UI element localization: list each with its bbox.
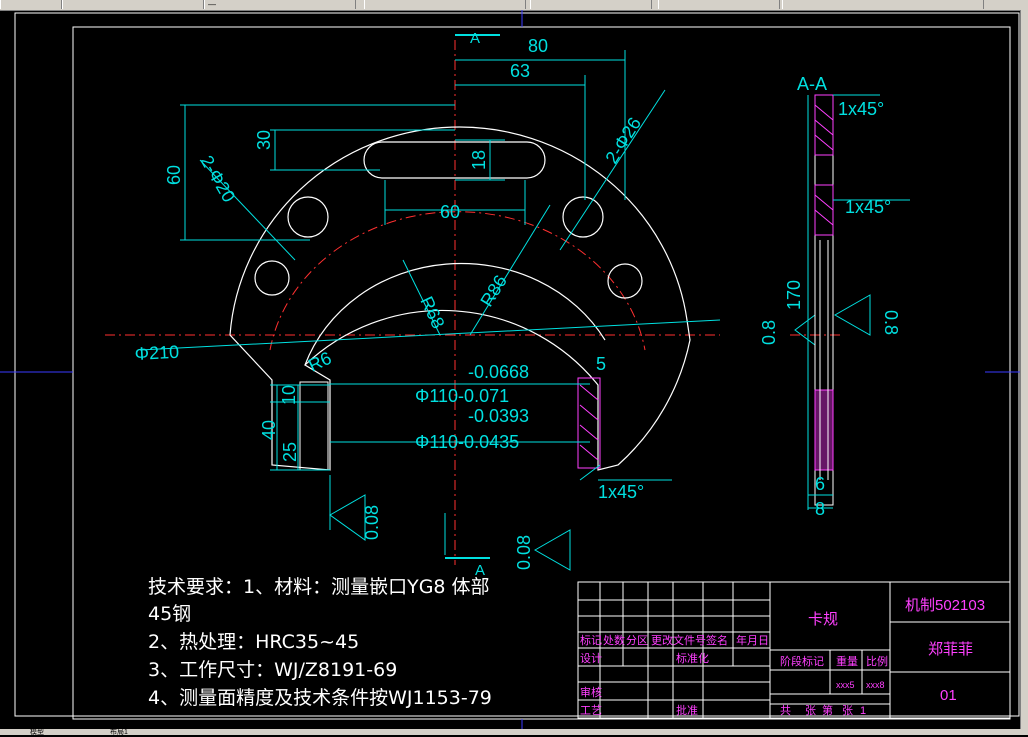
tb-scale-value: xxx8 bbox=[866, 680, 885, 690]
dim-63: 63 bbox=[510, 61, 530, 81]
inner-frame bbox=[72, 26, 1011, 720]
dim-r6: R6 bbox=[305, 348, 334, 376]
title-block-labels: 标记 处数 分区 更改文件号 签名 年月日 设计 标准化 审核 工艺 批准 阶段… bbox=[580, 597, 985, 717]
roughness-0-08-left: 0.08 bbox=[362, 505, 382, 540]
vertical-scrollbar[interactable] bbox=[1020, 10, 1028, 729]
dim-tol1-base: Φ110-0.071 bbox=[415, 386, 509, 406]
tb-label: 共 bbox=[780, 704, 791, 717]
dim-5: 5 bbox=[596, 354, 606, 374]
dim-60-vertical: 60 bbox=[164, 165, 184, 185]
dim-2-phi20: 2-Φ20 bbox=[197, 152, 240, 206]
dim-80: 80 bbox=[528, 36, 548, 56]
dimension-texts: 80 63 30 60 18 60 2-Φ20 2-Φ26 R86 R68 R6… bbox=[134, 30, 901, 579]
lineweight-dropdown[interactable] bbox=[658, 0, 780, 9]
dim-chamfer-sec-mid: 1x45° bbox=[845, 197, 891, 217]
tb-label: 重量 bbox=[836, 654, 858, 668]
dim-25: 25 bbox=[280, 442, 300, 462]
dim-tol2: -0.0393 bbox=[468, 406, 529, 426]
dim-40: 40 bbox=[259, 420, 279, 440]
layout-tabs: 模型 布局1 bbox=[0, 727, 1028, 737]
layer-dropdown[interactable]: — bbox=[204, 0, 356, 9]
dim-170: 170 bbox=[784, 280, 804, 310]
dim-6: 6 bbox=[815, 474, 825, 494]
section-mark-top: A bbox=[470, 30, 480, 47]
tb-label: 张 bbox=[805, 704, 816, 717]
tb-label: 分区 bbox=[626, 634, 648, 647]
tb-label: 更改文件号 bbox=[651, 633, 706, 647]
tech-requirements-line1b: 45钢 bbox=[148, 603, 192, 625]
dim-tol1: -0.0668 bbox=[468, 362, 529, 382]
dim-chamfer-main: 1x45° bbox=[598, 482, 644, 502]
color-dropdown[interactable] bbox=[364, 0, 526, 9]
tb-label: 标准化 bbox=[676, 651, 709, 665]
plotstyle-dropdown[interactable] bbox=[782, 0, 984, 9]
roughness-0-08-bottom: 0.08 bbox=[514, 535, 534, 570]
tb-drawing-code: 机制502103 bbox=[905, 597, 985, 614]
tb-label: 签名 bbox=[706, 633, 728, 647]
tab-layout1[interactable]: 布局1 bbox=[110, 727, 128, 737]
dim-chamfer-sec-top: 1x45° bbox=[838, 99, 884, 119]
tb-weight-value: xxx5 bbox=[836, 680, 855, 690]
dim-60-horizontal: 60 bbox=[440, 202, 460, 222]
tb-label: 标记 bbox=[580, 633, 602, 647]
linetype-dropdown[interactable] bbox=[530, 0, 652, 9]
tb-label: 第 bbox=[822, 703, 833, 717]
dim-8: 8 bbox=[815, 499, 825, 519]
dim-tol2-base: Φ110-0.0435 bbox=[415, 432, 519, 452]
part-outline bbox=[229, 126, 691, 471]
section-label: A-A bbox=[797, 74, 827, 94]
tb-label: 批准 bbox=[676, 703, 698, 717]
dimension-lines bbox=[139, 34, 871, 571]
dim-2-phi26: 2-Φ26 bbox=[601, 114, 645, 167]
tb-label: 处数 bbox=[603, 634, 625, 647]
tb-label: 阶段标记 bbox=[780, 654, 824, 668]
toolbar-segment[interactable] bbox=[62, 0, 204, 9]
tech-requirements-line4: 4、测量面精度及技术条件按WJ1153-79 bbox=[148, 687, 492, 709]
tb-label: 张 bbox=[842, 704, 853, 717]
section-view bbox=[807, 94, 910, 510]
dim-30: 30 bbox=[254, 130, 274, 150]
tb-part-name: 卡规 bbox=[808, 611, 838, 628]
tb-label: 审核 bbox=[580, 685, 602, 699]
roughness-0-8-sec-left: 0.8 bbox=[759, 320, 779, 345]
tb-page-number: 1 bbox=[860, 705, 866, 717]
roughness-0-8-sec-right: 0.8 bbox=[881, 310, 901, 335]
tech-requirements-line3: 3、工作尺寸：WJ/Z8191-69 bbox=[148, 659, 398, 681]
dim-phi210: Φ210 bbox=[134, 342, 179, 364]
tb-label: 设计 bbox=[580, 652, 602, 665]
toolbar-segment[interactable] bbox=[0, 0, 62, 9]
centerlines bbox=[105, 40, 840, 565]
tech-requirements-line2: 2、热处理：HRC35~45 bbox=[148, 631, 360, 653]
tb-sheet-number: 01 bbox=[940, 687, 957, 704]
tb-author: 郑菲菲 bbox=[928, 641, 973, 658]
dim-r68: R68 bbox=[416, 293, 448, 331]
tb-label: 年月日 bbox=[736, 633, 769, 647]
dim-18: 18 bbox=[469, 150, 489, 170]
dim-10: 10 bbox=[279, 385, 299, 405]
tech-requirements-line1: 技术要求：1、材料：测量嵌口YG8 体部 bbox=[148, 576, 490, 598]
tb-label: 工艺 bbox=[580, 704, 602, 717]
tab-model[interactable]: 模型 bbox=[30, 727, 44, 737]
tb-label: 比例 bbox=[866, 654, 888, 668]
